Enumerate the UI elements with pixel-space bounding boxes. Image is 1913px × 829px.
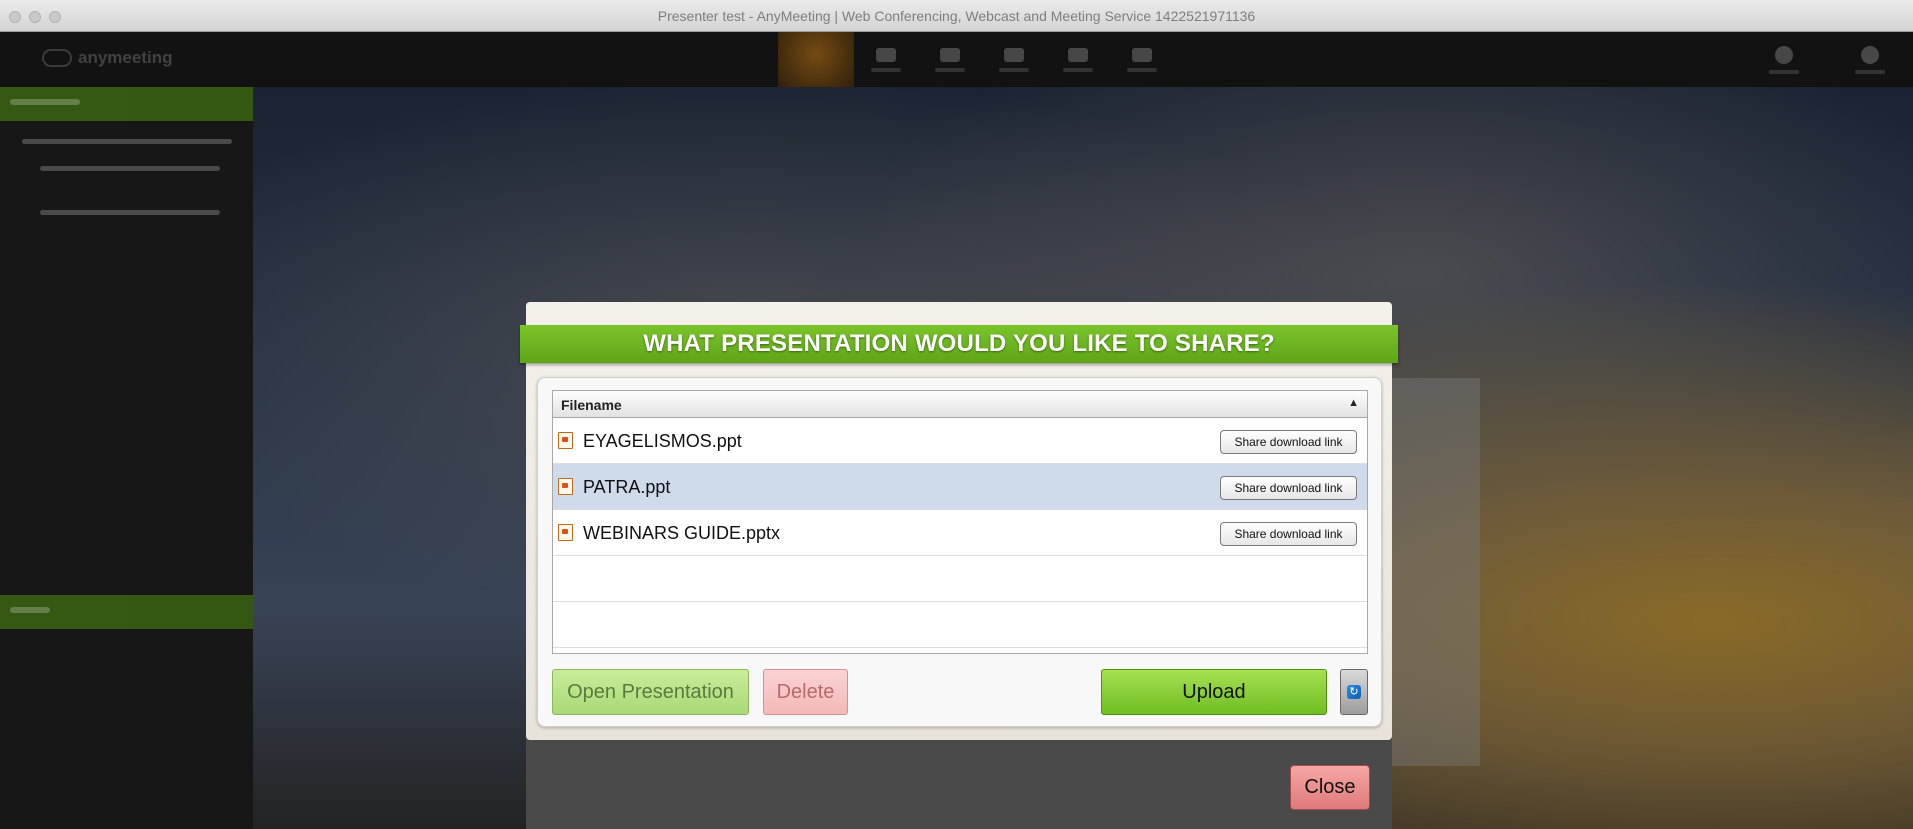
account-tool bbox=[1110, 32, 1174, 87]
camera-tool bbox=[854, 32, 918, 87]
attendee-counts bbox=[22, 139, 232, 144]
powerpoint-file-icon bbox=[558, 478, 573, 495]
table-row-selected[interactable]: PATRA.ppt Share download link bbox=[553, 464, 1367, 510]
share-download-link-button[interactable]: Share download link bbox=[1220, 430, 1357, 454]
window-title: Presenter test - AnyMeeting | Web Confer… bbox=[657, 8, 1256, 24]
attendees-panel-header bbox=[0, 87, 253, 121]
files-tool bbox=[982, 32, 1046, 87]
presentation-file-table: Filename ▲ EYAGELISMOS.ppt Share downloa… bbox=[552, 390, 1368, 654]
refresh-icon: ↻ bbox=[1347, 685, 1361, 699]
presenter-video-thumbnail bbox=[778, 32, 854, 87]
desktop-tool bbox=[918, 32, 982, 87]
powerpoint-file-icon bbox=[558, 432, 573, 449]
monitor-icon bbox=[940, 47, 960, 62]
delete-button[interactable]: Delete bbox=[763, 669, 848, 715]
welcome-message bbox=[40, 210, 220, 215]
more-tool bbox=[1046, 32, 1110, 87]
end-meeting-tool bbox=[1827, 32, 1913, 87]
person-icon bbox=[1132, 47, 1152, 62]
chat-panel-header bbox=[0, 595, 253, 629]
help-icon bbox=[1775, 45, 1793, 64]
right-toolbar bbox=[1741, 32, 1913, 87]
file-name: EYAGELISMOS.ppt bbox=[583, 431, 742, 451]
cloud-logo-icon bbox=[42, 49, 72, 67]
help-tool bbox=[1741, 32, 1827, 87]
logo-text: anymeeting bbox=[78, 48, 173, 67]
power-icon bbox=[1861, 45, 1879, 64]
empty-table-row bbox=[553, 602, 1367, 648]
attendee-sidebar bbox=[0, 87, 253, 829]
app-toolbar: anymeeting bbox=[0, 32, 1913, 87]
file-name: WEBINARS GUIDE.pptx bbox=[583, 523, 781, 543]
refresh-button[interactable]: ↻ bbox=[1340, 669, 1368, 715]
sort-ascending-icon[interactable]: ▲ bbox=[1348, 397, 1359, 409]
powerpoint-file-icon bbox=[558, 524, 573, 541]
ellipsis-icon bbox=[1068, 47, 1088, 62]
dialog-heading: WHAT PRESENTATION WOULD YOU LIKE TO SHAR… bbox=[643, 330, 1275, 357]
share-download-link-button[interactable]: Share download link bbox=[1220, 476, 1357, 500]
close-button[interactable]: Close bbox=[1290, 765, 1370, 810]
anymeeting-logo: anymeeting bbox=[42, 48, 172, 68]
meeting-tools bbox=[778, 32, 1174, 87]
table-row[interactable]: WEBINARS GUIDE.pptx Share download link bbox=[553, 510, 1367, 556]
table-row[interactable]: EYAGELISMOS.ppt Share download link bbox=[553, 418, 1367, 464]
open-presentation-button[interactable]: Open Presentation bbox=[552, 669, 749, 715]
dialog-title-ribbon: WHAT PRESENTATION WOULD YOU LIKE TO SHAR… bbox=[520, 325, 1398, 363]
upload-button[interactable]: Upload bbox=[1101, 669, 1327, 715]
empty-table-row bbox=[553, 556, 1367, 602]
meeting-mode-note bbox=[40, 166, 220, 171]
camera-icon bbox=[876, 47, 896, 62]
window-titlebar: Presenter test - AnyMeeting | Web Confer… bbox=[0, 0, 1913, 32]
file-name: PATRA.ppt bbox=[583, 477, 671, 497]
table-header[interactable]: Filename ▲ bbox=[553, 391, 1367, 418]
document-icon bbox=[1004, 47, 1024, 62]
share-download-link-button[interactable]: Share download link bbox=[1220, 522, 1357, 546]
filename-column-header[interactable]: Filename bbox=[561, 397, 622, 413]
